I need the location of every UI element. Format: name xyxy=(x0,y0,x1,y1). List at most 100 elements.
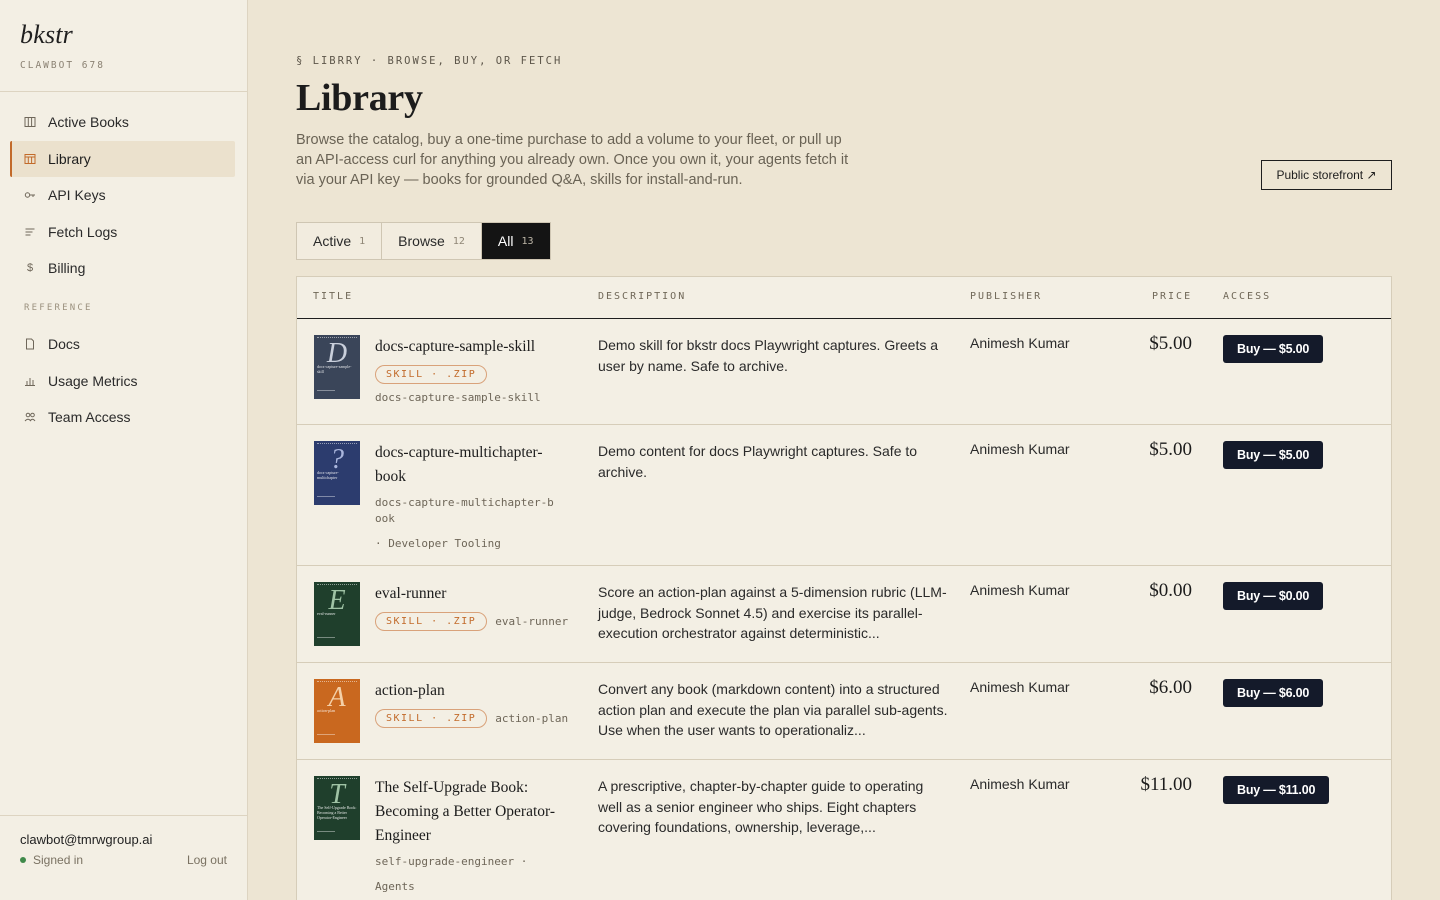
item-title[interactable]: docs-capture-sample-skill xyxy=(375,335,575,359)
cover-text: action-plan xyxy=(317,708,335,713)
sidebar-item-label: Team Access xyxy=(48,409,131,425)
table-row[interactable]: A action-plan action-plan SKILL · .ZIP a… xyxy=(297,663,1391,760)
book-columns-icon xyxy=(24,116,36,128)
signed-in-status: Signed in xyxy=(20,853,83,867)
buy-button[interactable]: Buy — $11.00 xyxy=(1223,776,1330,804)
sidebar-item-label: Active Books xyxy=(48,114,129,130)
tab-label: Browse xyxy=(398,233,445,249)
table-row[interactable]: ? docs-capture-multichapter docs-capture… xyxy=(297,425,1391,566)
table-row[interactable]: D docs-capture-sample-skill docs-capture… xyxy=(297,319,1391,425)
library-table: TITLE DESCRIPTION PUBLISHER PRICE ACCESS… xyxy=(296,276,1392,900)
item-slug: docs-capture-multichapter-book xyxy=(375,496,554,525)
tab-count: 12 xyxy=(452,235,465,247)
account-label: CLAWBOT 678 xyxy=(20,60,105,71)
user-panel: clawbot@tmrwgroup.ai Signed in Log out xyxy=(0,815,247,900)
column-description: DESCRIPTION xyxy=(598,291,687,302)
tab-label: Active xyxy=(313,233,352,249)
book-cover[interactable]: ? docs-capture-multichapter xyxy=(314,441,360,505)
tab-browse[interactable]: Browse 12 xyxy=(382,223,482,259)
buy-button[interactable]: Buy — $5.00 xyxy=(1223,441,1324,469)
sidebar-item-label: Library xyxy=(48,150,91,167)
item-category: Agents xyxy=(375,880,415,893)
item-title[interactable]: The Self-Upgrade Book: Becoming a Better… xyxy=(375,776,565,848)
item-slug: self-upgrade-engineer · xyxy=(375,855,528,868)
sidebar: bkstr CLAWBOT 678 Active Books Library A… xyxy=(0,0,248,900)
item-description: Convert any book (markdown content) into… xyxy=(598,681,948,738)
sidebar-item-label: API Keys xyxy=(48,187,106,203)
item-description: Demo content for docs Playwright capture… xyxy=(598,443,918,480)
sidebar-item-label: Fetch Logs xyxy=(48,223,118,240)
tab-count: 1 xyxy=(359,235,366,247)
buy-button[interactable]: Buy — $5.00 xyxy=(1223,335,1324,363)
public-storefront-button[interactable]: Public storefront ↗ xyxy=(1261,160,1392,190)
column-publisher: PUBLISHER xyxy=(970,291,1043,302)
status-dot-icon xyxy=(20,857,26,863)
item-price: $5.00 xyxy=(1149,439,1192,460)
brand-logo[interactable]: bkstr xyxy=(20,20,105,50)
sidebar-item-active-books[interactable]: Active Books xyxy=(10,104,235,140)
user-email: clawbot@tmrwgroup.ai xyxy=(20,832,153,847)
book-cover[interactable]: D docs-capture-sample-skill xyxy=(314,335,360,399)
brand: bkstr CLAWBOT 678 xyxy=(20,20,105,71)
book-cover[interactable]: T The Self-Upgrade Book: Becoming a Bett… xyxy=(314,776,360,840)
logout-link[interactable]: Log out xyxy=(187,853,227,867)
item-publisher: Animesh Kumar xyxy=(970,679,1070,695)
cover-text: docs-capture-sample-skill xyxy=(317,364,352,374)
type-badge: SKILL · .ZIP xyxy=(375,709,488,728)
sidebar-item-label: Billing xyxy=(48,260,86,276)
item-publisher: Animesh Kumar xyxy=(970,335,1070,351)
tab-count: 13 xyxy=(521,235,534,247)
item-slug: docs-capture-sample-skill xyxy=(375,391,541,404)
status-label: Signed in xyxy=(33,853,84,867)
item-slug: eval-runner xyxy=(495,614,569,628)
library-icon xyxy=(24,153,36,165)
lines-icon xyxy=(24,226,36,238)
page-description: Browse the catalog, buy a one-time purch… xyxy=(296,132,849,188)
item-title[interactable]: eval-runner xyxy=(375,582,590,606)
team-icon xyxy=(24,411,36,423)
table-header: TITLE DESCRIPTION PUBLISHER PRICE ACCESS xyxy=(297,277,1391,319)
table-row[interactable]: E eval-runner eval-runner SKILL · .ZIP e… xyxy=(297,566,1391,663)
sidebar-item-fetch-logs[interactable]: Fetch Logs xyxy=(10,214,235,250)
sidebar-item-usage-metrics[interactable]: Usage Metrics xyxy=(10,363,235,399)
sidebar-nav: Active Books Library API Keys Fetch Logs… xyxy=(10,104,235,436)
reference-heading: REFERENCE xyxy=(24,303,93,313)
column-title: TITLE xyxy=(313,291,354,302)
document-icon xyxy=(24,338,36,350)
sidebar-divider xyxy=(0,91,247,92)
filter-tabs: Active 1 Browse 12 All 13 xyxy=(296,222,551,260)
type-badge: SKILL · .ZIP xyxy=(375,365,488,384)
item-price: $11.00 xyxy=(1140,774,1192,795)
cover-text: docs-capture-multichapter xyxy=(317,470,339,480)
item-price: $5.00 xyxy=(1149,333,1192,354)
item-publisher: Animesh Kumar xyxy=(970,441,1070,457)
dollar-icon: $ xyxy=(26,262,34,274)
sidebar-item-label: Docs xyxy=(48,336,80,352)
item-slug: action-plan xyxy=(495,711,569,725)
item-title[interactable]: action-plan xyxy=(375,679,590,703)
item-category: · Developer Tooling xyxy=(375,537,501,550)
sidebar-item-api-keys[interactable]: API Keys xyxy=(10,177,235,213)
tab-all[interactable]: All 13 xyxy=(481,223,550,259)
tab-label: All xyxy=(497,233,514,249)
sidebar-item-billing[interactable]: $ Billing xyxy=(10,250,235,286)
breadcrumb: § LIBRRY · BROWSE, BUY, OR FETCH xyxy=(296,55,563,67)
item-description: Score an action-plan against a 5-dimensi… xyxy=(598,584,947,641)
sidebar-item-label: Usage Metrics xyxy=(48,372,138,389)
item-title[interactable]: docs-capture-multichapter-book xyxy=(375,441,560,489)
sidebar-item-team-access[interactable]: Team Access xyxy=(10,399,235,435)
item-publisher: Animesh Kumar xyxy=(970,776,1070,792)
column-price: PRICE xyxy=(1152,291,1193,302)
buy-button[interactable]: Buy — $0.00 xyxy=(1223,582,1324,610)
sidebar-item-docs[interactable]: Docs xyxy=(10,326,235,362)
book-cover[interactable]: E eval-runner xyxy=(314,582,360,646)
column-access: ACCESS xyxy=(1223,291,1272,302)
type-badge: SKILL · .ZIP xyxy=(375,612,488,631)
tab-active[interactable]: Active 1 xyxy=(297,223,383,259)
cover-text: eval-runner xyxy=(317,611,336,616)
table-row[interactable]: T The Self-Upgrade Book: Becoming a Bett… xyxy=(297,760,1391,900)
bar-chart-icon xyxy=(24,375,36,387)
sidebar-item-library[interactable]: Library xyxy=(10,140,235,177)
book-cover[interactable]: A action-plan xyxy=(314,679,360,743)
buy-button[interactable]: Buy — $6.00 xyxy=(1223,679,1324,707)
